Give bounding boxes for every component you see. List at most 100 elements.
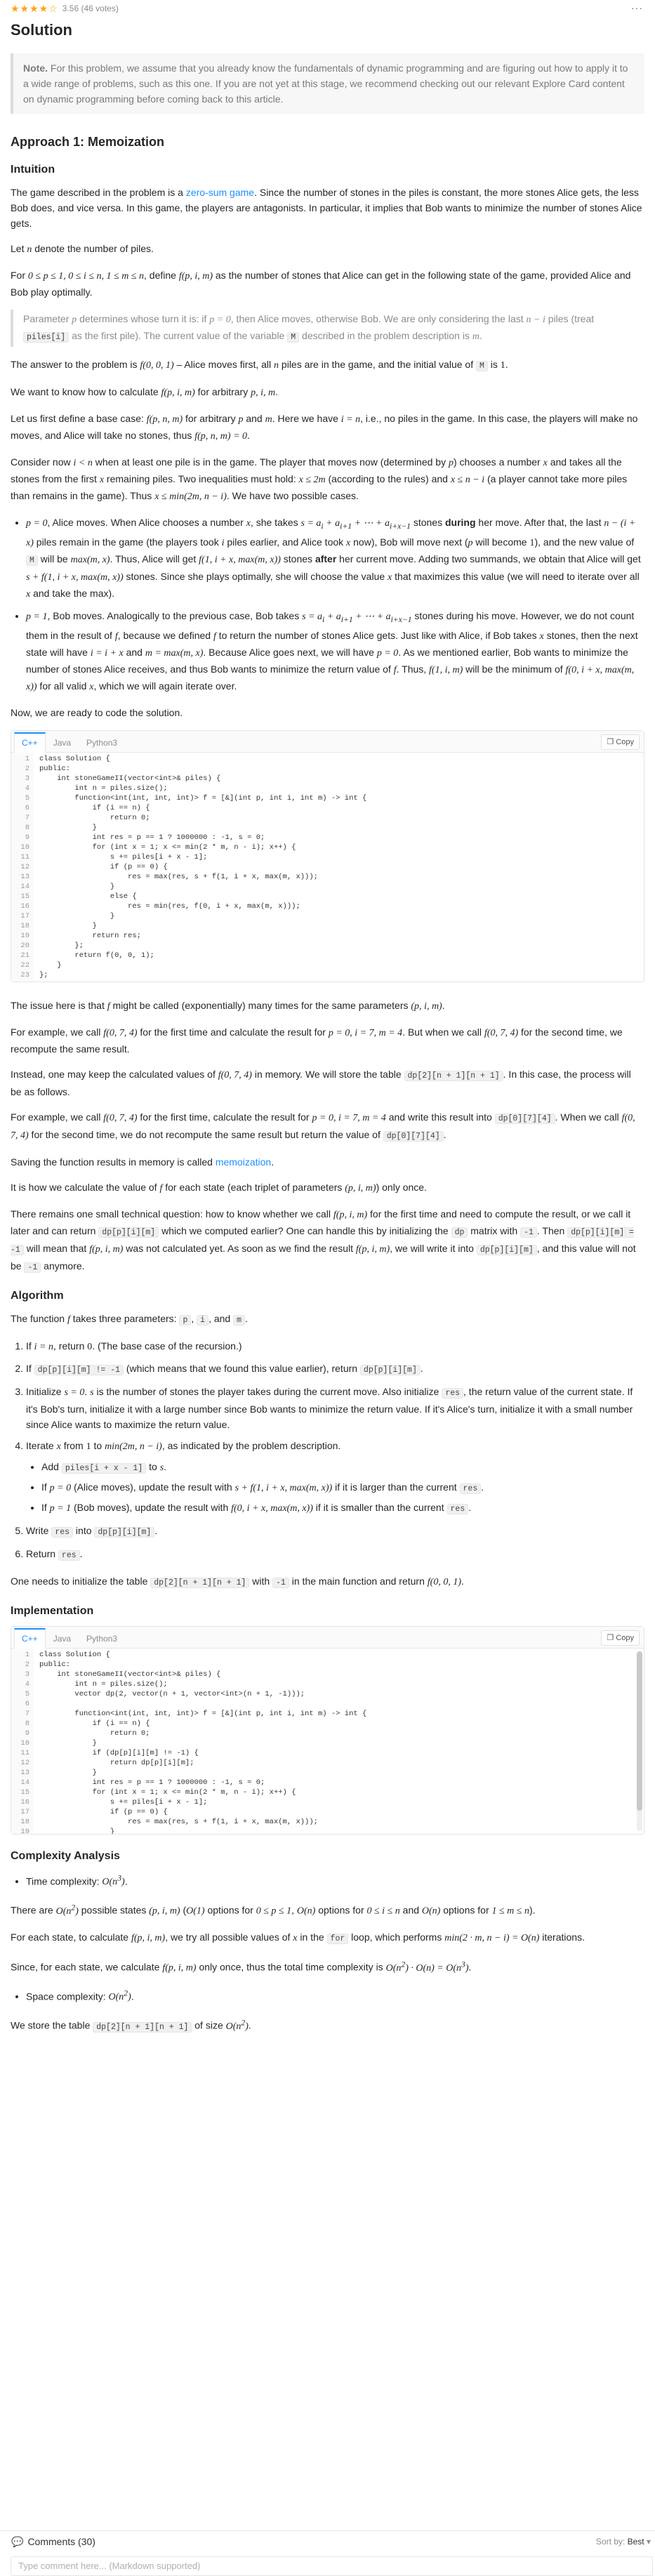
line-number: 17 <box>20 1807 29 1816</box>
line-number: 11 <box>20 852 29 861</box>
line-number: 13 <box>20 1768 29 1777</box>
solution-page: ★★★★☆ 3.56 (46 votes) ··· Solution Note.… <box>11 0 644 2035</box>
code-scrollbar-thumb[interactable] <box>637 1651 642 1811</box>
line-number: 15 <box>20 1788 29 1797</box>
space-paragraph: We store the table dp[2][n + 1][n + 1] o… <box>11 2018 251 2033</box>
line-number: 12 <box>20 1758 29 1767</box>
more-options-icon[interactable]: ··· <box>631 2 643 13</box>
intuition-paragraph-2: Let n denote the number of piles. <box>11 243 154 255</box>
copy-button[interactable]: ❐ Copy <box>601 1630 640 1646</box>
line-number: 14 <box>20 882 29 891</box>
time-paragraph-2: For each state, to calculate f(p, i, m),… <box>11 1931 585 1944</box>
step-2: If dp[p][i][m] != -1 (which means that w… <box>26 1361 644 1378</box>
intuition-paragraph-4: The answer to the problem is f(0, 0, 1) … <box>11 359 508 371</box>
line-number: 11 <box>20 1748 29 1757</box>
line-number: 9 <box>25 833 29 842</box>
time-paragraph-3: Since, for each state, we calculate f(p,… <box>11 1959 472 1974</box>
cases-list: p = 0, Alice moves. When Alice chooses a… <box>11 515 644 695</box>
copy-button[interactable]: ❐ Copy <box>601 734 640 750</box>
code-line: public: <box>39 764 71 773</box>
tab-cpp[interactable]: C++ <box>14 732 46 753</box>
algorithm-steps: If i = n, return 0. (The base case of th… <box>11 1338 644 1564</box>
code-line: int res = p == 1 ? 1000000 : -1, s = 0; <box>39 1778 265 1787</box>
step-4: Iterate x from 1 to min(2m, n − i), as i… <box>26 1438 644 1517</box>
issue-paragraph: The issue here is that f might be called… <box>11 999 445 1012</box>
line-number: 10 <box>20 1738 29 1748</box>
code-line: s += piles[i + x - 1]; <box>39 1797 208 1806</box>
rating-stars[interactable]: ★★★★☆ <box>11 3 58 15</box>
step-6: Return res. <box>26 1546 644 1564</box>
code-line: for (int x = 1; x <= min(2 * m, n - i); … <box>39 843 296 852</box>
tab-cpp[interactable]: C++ <box>14 1627 46 1649</box>
line-number: 2 <box>25 1660 29 1669</box>
code-tabs: C++ Java Python3 ❐ Copy <box>11 730 644 753</box>
line-number: 21 <box>20 951 29 960</box>
time-paragraph-1: There are O(n2) possible states (p, i, m… <box>11 1903 536 1917</box>
tab-java[interactable]: Java <box>46 733 79 752</box>
step-4-substeps: Add piles[i + x - 1] to s. If p = 0 (Ali… <box>26 1459 644 1517</box>
code-line: if (i == n) { <box>39 803 150 812</box>
line-number: 23 <box>20 970 29 979</box>
note-box: Note. For this problem, we assume that y… <box>11 53 644 114</box>
calc-paragraph: It is how we calculate the value of f fo… <box>11 1181 427 1194</box>
line-number: 2 <box>25 764 29 773</box>
code-line: } <box>39 1768 97 1777</box>
code-line: int n = piles.size(); <box>39 784 168 793</box>
init-paragraph: One needs to initialize the table dp[2][… <box>11 1575 464 1588</box>
code-line: } <box>39 911 115 920</box>
case-alice: p = 0, Alice moves. When Alice chooses a… <box>26 515 644 602</box>
time-complexity-list: Time complexity: O(n3). <box>11 1871 644 1891</box>
intuition-paragraph-3: For 0 ≤ p ≤ 1, 0 ≤ i ≤ n, 1 ≤ m ≤ n, def… <box>11 270 631 298</box>
code-body[interactable]: 1 2 3 4 5 6 7 8 9 10 11 12 13 14 15 16 17 18 19 20 21 22 23 cl… <box>11 752 644 982</box>
line-number: 12 <box>20 862 29 871</box>
code-line: function<int(int, int, int)> f = [&](int… <box>39 793 367 802</box>
code-line: if (i == n) { <box>39 1719 150 1728</box>
rating-row: ★★★★☆ 3.56 (46 votes) ··· <box>11 0 644 15</box>
implementation-heading: Implementation <box>11 1604 94 1617</box>
line-number: 3 <box>25 774 29 783</box>
line-number: 4 <box>25 1679 29 1689</box>
code-line: }; <box>39 941 84 950</box>
code-lines: class Solution {public: int stoneGameII(… <box>34 753 366 982</box>
line-number: 7 <box>25 813 29 822</box>
code-line: return 0; <box>39 1729 150 1738</box>
code-body[interactable]: 1234567891011121314151617181920212223242… <box>11 1648 644 1834</box>
comment-input[interactable]: Type comment here... (Markdown supported… <box>11 2556 653 2576</box>
example-paragraph-1: For example, we call f(0, 7, 4) for the … <box>11 1026 623 1055</box>
line-number: 19 <box>20 931 29 940</box>
memoization-link[interactable]: memoization <box>216 1156 271 1168</box>
line-number: 20 <box>20 941 29 950</box>
line-number: 1 <box>25 1650 29 1659</box>
code-line: int stoneGameII(vector<int>& piles) { <box>39 1670 221 1679</box>
code-block-memoization: C++ Java Python3 ❐ Copy 1 2 3 4 5 6 7 8 9 10 11 12 1… <box>11 729 644 982</box>
intuition-paragraph-7: Consider now i < n when at least one pil… <box>11 456 628 502</box>
tab-python3[interactable]: Python3 <box>79 733 125 752</box>
zero-sum-game-link[interactable]: zero-sum game <box>186 187 254 198</box>
step-1: If i = n, return 0. (The base case of th… <box>26 1338 644 1355</box>
code-scrollbar[interactable] <box>637 1651 642 1831</box>
code-block-implementation: C++ Java Python3 ❐ Copy 1 2 3 4 5 6 7 8 9 10 11 12 1… <box>11 1625 644 1835</box>
time-label: Time complexity: <box>26 1875 100 1887</box>
tab-python3[interactable]: Python3 <box>79 1629 125 1648</box>
space-complexity: Space complexity: O(n2). <box>26 1986 644 2006</box>
sort-value[interactable]: Best <box>628 2537 644 2547</box>
sort-control[interactable]: Sort by: Best ▾ <box>596 2537 651 2547</box>
code-line: if (p == 0) { <box>39 862 168 871</box>
line-number: 5 <box>25 793 29 802</box>
line-number: 1 <box>25 754 29 763</box>
code-line: if (p == 0) { <box>39 1807 168 1816</box>
code-line: class Solution { <box>39 754 110 763</box>
code-line: } <box>39 921 97 930</box>
code-line: } <box>39 1738 97 1748</box>
tab-java[interactable]: Java <box>46 1629 79 1648</box>
line-number: 22 <box>20 960 29 970</box>
line-number: 16 <box>20 1797 29 1806</box>
case-bob: p = 1, Bob moves. Analogically to the pr… <box>26 608 644 695</box>
algorithm-heading: Algorithm <box>11 1289 64 1302</box>
code-line: int stoneGameII(vector<int>& piles) { <box>39 774 221 783</box>
line-number: 17 <box>20 911 29 920</box>
line-number: 10 <box>20 843 29 852</box>
page-title: Solution <box>11 21 72 39</box>
example-paragraph-2: Instead, one may keep the calculated val… <box>11 1068 631 1097</box>
